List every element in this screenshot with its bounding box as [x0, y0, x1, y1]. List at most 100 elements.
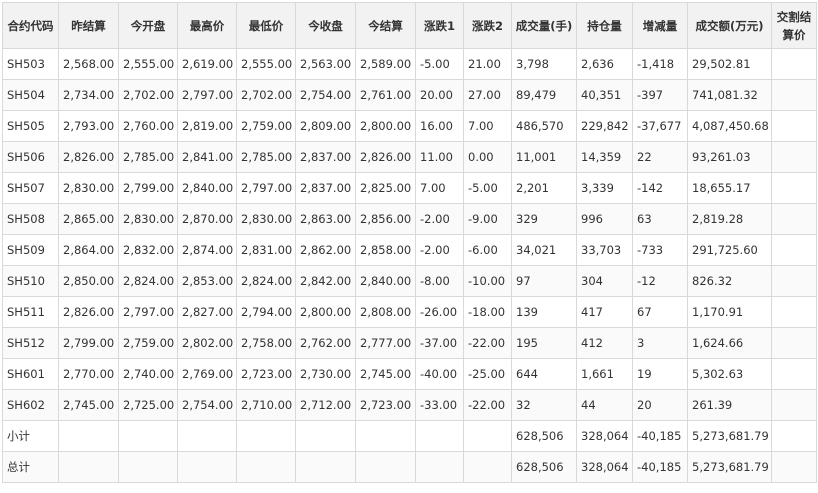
table-cell: 2,850.00 [58, 265, 119, 297]
table-cell: 20 [632, 389, 688, 421]
table-cell: 486,570 [511, 110, 577, 142]
table-cell: -397 [632, 79, 688, 111]
table-cell: -2.00 [415, 203, 464, 235]
table-cell: 2,842.00 [295, 265, 356, 297]
table-cell: 2,555.00 [118, 48, 178, 80]
table-cell: SH512 [2, 327, 59, 359]
table-cell: 329 [511, 203, 577, 235]
table-cell: 2,840.00 [355, 265, 416, 297]
table-cell: 2,830.00 [236, 203, 296, 235]
table-cell: 2,826.00 [58, 296, 119, 328]
table-cell: 2,761.00 [355, 79, 416, 111]
table-cell: -40,185 [632, 451, 688, 483]
table-cell: 2,826.00 [355, 141, 416, 173]
table-cell: 3 [632, 327, 688, 359]
table-cell: 4,087,450.68 [687, 110, 772, 142]
table-cell: 93,261.03 [687, 141, 772, 173]
table-cell: 3,798 [511, 48, 577, 80]
table-cell: 1,170.91 [687, 296, 772, 328]
table-cell [58, 451, 119, 483]
header-row: 合约代码 昨结算 今开盘 最高价 最低价 今收盘 今结算 涨跌1 涨跌2 成交量(手) 持仓量 增减量… [2, 2, 817, 49]
table-cell: 328,064 [576, 420, 633, 452]
table-cell: 2,702.00 [236, 79, 296, 111]
table-cell: 小计 [2, 420, 59, 452]
table-cell: 2,793.00 [58, 110, 119, 142]
table-cell: 2,710.00 [236, 389, 296, 421]
table-cell: -10.00 [463, 265, 512, 297]
table-cell: -33.00 [415, 389, 464, 421]
table-cell: 2,864.00 [58, 234, 119, 266]
table-cell [236, 420, 296, 452]
table-cell [771, 358, 817, 390]
table-cell: 417 [576, 296, 633, 328]
table-cell: 3,339 [576, 172, 633, 204]
table-cell [463, 420, 512, 452]
table-cell: 19 [632, 358, 688, 390]
table-cell: 2,870.00 [177, 203, 237, 235]
table-cell: 996 [576, 203, 633, 235]
table-cell: 2,730.00 [295, 358, 356, 390]
table-cell: SH507 [2, 172, 59, 204]
column-header: 今开盘 [118, 2, 178, 49]
futures-quote-table: 合约代码 昨结算 今开盘 最高价 最低价 今收盘 今结算 涨跌1 涨跌2 成交量(手) 持仓量 增减量… [2, 2, 817, 483]
table-cell: 328,064 [576, 451, 633, 483]
table-cell: 2,777.00 [355, 327, 416, 359]
table-cell: 5,273,681.79 [687, 420, 772, 452]
table-cell [771, 203, 817, 235]
table-cell: 1,624.66 [687, 327, 772, 359]
table-cell: -37,677 [632, 110, 688, 142]
column-header: 增减量 [632, 2, 688, 49]
table-cell: -40.00 [415, 358, 464, 390]
table-cell: SH508 [2, 203, 59, 235]
table-cell: 2,760.00 [118, 110, 178, 142]
table-row: SH507 2,830.00 2,799.00 2,840.00 2,797.00 2,8… [2, 172, 817, 204]
summary-row: 小计 628,506 328,064 -40,185 5,273,681.79 [2, 420, 817, 452]
table-cell: 2,797.00 [177, 79, 237, 111]
column-header: 涨跌2 [463, 2, 512, 49]
table-row: SH511 2,826.00 2,797.00 2,827.00 2,794.00 2,8… [2, 296, 817, 328]
table-cell: 2,853.00 [177, 265, 237, 297]
table-cell [236, 451, 296, 483]
table-cell [771, 234, 817, 266]
table-cell: 2,809.00 [295, 110, 356, 142]
table-cell: 18,655.17 [687, 172, 772, 204]
column-header: 今收盘 [295, 2, 356, 49]
table-cell: 2,759.00 [236, 110, 296, 142]
table-cell: 2,555.00 [236, 48, 296, 80]
table-cell: 63 [632, 203, 688, 235]
table-cell: 195 [511, 327, 577, 359]
table-cell: 2,819.00 [177, 110, 237, 142]
table-cell: 2,769.00 [177, 358, 237, 390]
table-cell [771, 141, 817, 173]
table-cell: 2,824.00 [236, 265, 296, 297]
table-cell: 2,819.28 [687, 203, 772, 235]
table-cell: 5,302.63 [687, 358, 772, 390]
table-cell: 2,831.00 [236, 234, 296, 266]
table-cell: SH601 [2, 358, 59, 390]
table-cell: -1,418 [632, 48, 688, 80]
table-cell: -5.00 [415, 48, 464, 80]
table-cell: 2,754.00 [177, 389, 237, 421]
table-cell: 2,862.00 [295, 234, 356, 266]
table-cell: 2,797.00 [118, 296, 178, 328]
table-cell: 2,723.00 [236, 358, 296, 390]
table-cell: 2,874.00 [177, 234, 237, 266]
table-cell: -2.00 [415, 234, 464, 266]
table-cell: SH602 [2, 389, 59, 421]
table-cell [415, 420, 464, 452]
table-cell: 2,863.00 [295, 203, 356, 235]
table-row: SH512 2,799.00 2,759.00 2,802.00 2,758.00 2,7… [2, 327, 817, 359]
table-cell: 22 [632, 141, 688, 173]
table-cell: 826.32 [687, 265, 772, 297]
table-cell: 2,636 [576, 48, 633, 80]
table-cell: 139 [511, 296, 577, 328]
table-cell: 628,506 [511, 451, 577, 483]
table-cell: 628,506 [511, 420, 577, 452]
table-cell: 2,840.00 [177, 172, 237, 204]
table-cell: 2,865.00 [58, 203, 119, 235]
table-cell: 2,826.00 [58, 141, 119, 173]
table-cell: 2,830.00 [118, 203, 178, 235]
table-cell: 261.39 [687, 389, 772, 421]
table-cell [295, 420, 356, 452]
table-cell: 33,703 [576, 234, 633, 266]
